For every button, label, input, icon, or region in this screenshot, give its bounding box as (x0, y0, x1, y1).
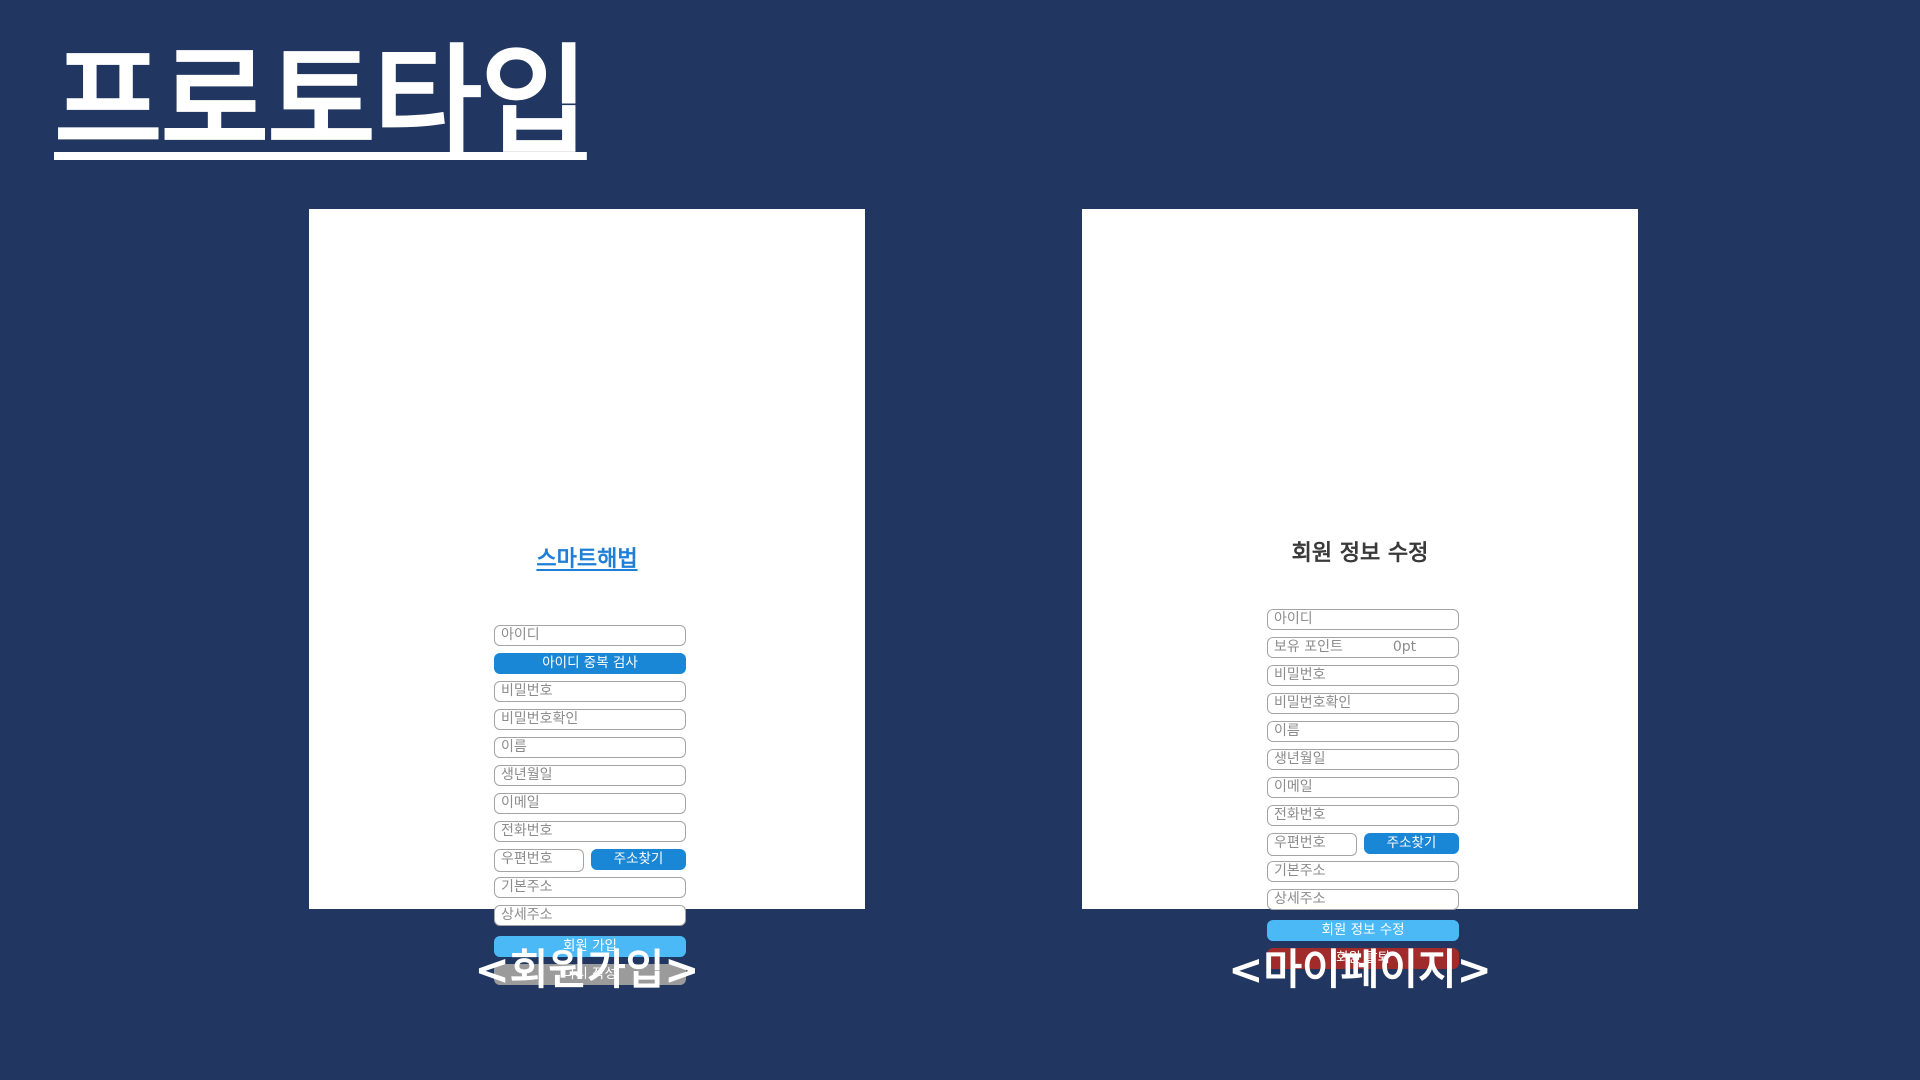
address-detail-input[interactable]: 상세주소 (1267, 889, 1459, 910)
password-input[interactable]: 비밀번호 (494, 681, 686, 702)
name-input[interactable]: 이름 (494, 737, 686, 758)
password-confirm-input[interactable]: 비밀번호확인 (494, 709, 686, 730)
find-address-button[interactable]: 주소찾기 (1364, 833, 1459, 854)
zipcode-row: 우편번호 주소찾기 (494, 849, 686, 872)
mypage-panel: 회원 정보 수정 아이디 보유 포인트 0pt 비밀번호 비밀번호확인 이름 생… (1082, 209, 1638, 969)
update-info-button[interactable]: 회원 정보 수정 (1267, 920, 1459, 941)
signup-logo[interactable]: 스마트해법 (309, 545, 865, 575)
zipcode-row: 우편번호 주소찾기 (1267, 833, 1459, 856)
signup-panel: 스마트해법 아이디 아이디 중복 검사 비밀번호 비밀번호확인 이름 생년월일 … (309, 209, 865, 985)
address-input[interactable]: 기본주소 (494, 877, 686, 898)
address-detail-input[interactable]: 상세주소 (494, 905, 686, 926)
phone-input[interactable]: 전화번호 (494, 821, 686, 842)
points-value: 0pt (1392, 639, 1417, 655)
zipcode-input[interactable]: 우편번호 (494, 849, 584, 872)
email-input[interactable]: 이메일 (494, 793, 686, 814)
signup-caption: <회원가입> (474, 945, 700, 994)
mypage-caption: <마이페이지> (1228, 945, 1492, 994)
phone-input[interactable]: 전화번호 (1267, 805, 1459, 826)
find-address-button[interactable]: 주소찾기 (591, 849, 686, 870)
email-input[interactable]: 이메일 (1267, 777, 1459, 798)
mypage-heading: 회원 정보 수정 (1291, 541, 1429, 566)
page-title: 프로토타입 (54, 32, 589, 170)
name-input[interactable]: 이름 (1267, 721, 1459, 742)
birthdate-input[interactable]: 생년월일 (494, 765, 686, 786)
birthdate-input[interactable]: 생년월일 (1267, 749, 1459, 770)
check-id-button[interactable]: 아이디 중복 검사 (494, 653, 686, 674)
id-input[interactable]: 아이디 (494, 625, 686, 646)
points-display: 보유 포인트 0pt (1267, 637, 1459, 658)
mypage-form: 아이디 보유 포인트 0pt 비밀번호 비밀번호확인 이름 생년월일 이메일 전… (1267, 609, 1459, 976)
zipcode-input[interactable]: 우편번호 (1267, 833, 1357, 856)
id-input[interactable]: 아이디 (1267, 609, 1459, 630)
password-confirm-input[interactable]: 비밀번호확인 (1267, 693, 1459, 714)
address-input[interactable]: 기본주소 (1267, 861, 1459, 882)
password-input[interactable]: 비밀번호 (1267, 665, 1459, 686)
signup-form: 아이디 아이디 중복 검사 비밀번호 비밀번호확인 이름 생년월일 이메일 전화… (494, 625, 686, 992)
points-label: 보유 포인트 (1274, 639, 1343, 655)
